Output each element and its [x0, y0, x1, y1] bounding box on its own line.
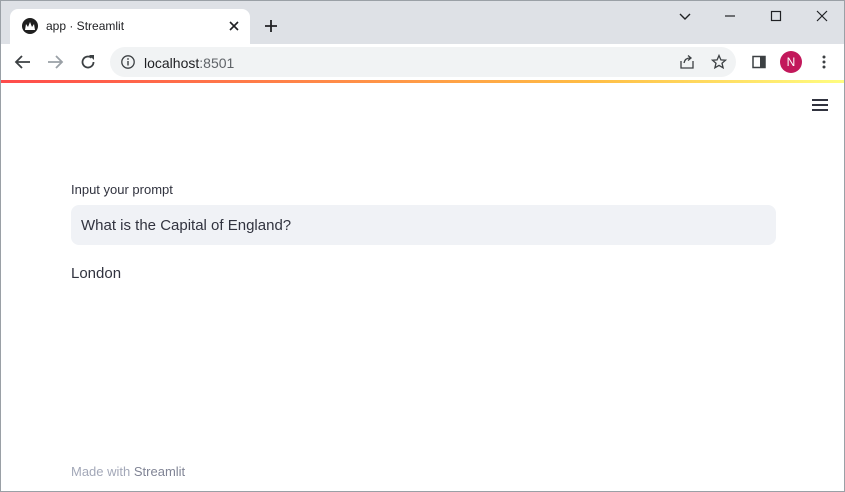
plus-icon[interactable]: [263, 18, 279, 34]
avatar[interactable]: N: [780, 51, 802, 73]
forward-arrow-icon[interactable]: [46, 53, 64, 71]
tab-app[interactable]: app · Streamlit: [10, 9, 250, 44]
hamburger-menu-icon[interactable]: [811, 99, 829, 115]
tab-title: app · Streamlit: [46, 19, 125, 33]
close-icon[interactable]: [226, 18, 242, 34]
minimize-icon[interactable]: [722, 8, 738, 24]
chevron-down-icon[interactable]: [677, 8, 693, 24]
browser-toolbar: localhost:8501 N: [1, 44, 844, 80]
footer-prefix: Made with: [71, 464, 134, 479]
url-host: localhost: [144, 55, 200, 71]
close-window-icon[interactable]: [814, 8, 830, 24]
answer-text: London: [71, 265, 122, 282]
kebab-menu-icon[interactable]: [816, 54, 832, 70]
reload-icon[interactable]: [79, 53, 97, 71]
side-panel-icon[interactable]: [751, 54, 767, 70]
star-icon[interactable]: [710, 53, 728, 70]
maximize-icon[interactable]: [768, 8, 784, 24]
url-port: :8501: [199, 55, 235, 71]
streamlit-link[interactable]: Streamlit: [134, 464, 185, 479]
tab-strip: app · Streamlit: [1, 1, 844, 44]
share-icon[interactable]: [679, 54, 695, 70]
streamlit-app: Input your prompt London Made with Strea…: [1, 83, 844, 491]
back-arrow-icon[interactable]: [14, 53, 32, 71]
info-icon[interactable]: [120, 54, 136, 70]
address-bar[interactable]: localhost:8501: [110, 47, 736, 77]
prompt-input[interactable]: [71, 205, 776, 245]
streamlit-favicon-icon: [22, 18, 38, 34]
browser-window: app · Streamlit localhost:8501 N Input y…: [0, 0, 845, 492]
footer: Made with Streamlit: [71, 464, 185, 479]
input-label: Input your prompt: [71, 182, 173, 197]
url-text[interactable]: localhost:8501: [144, 55, 234, 71]
